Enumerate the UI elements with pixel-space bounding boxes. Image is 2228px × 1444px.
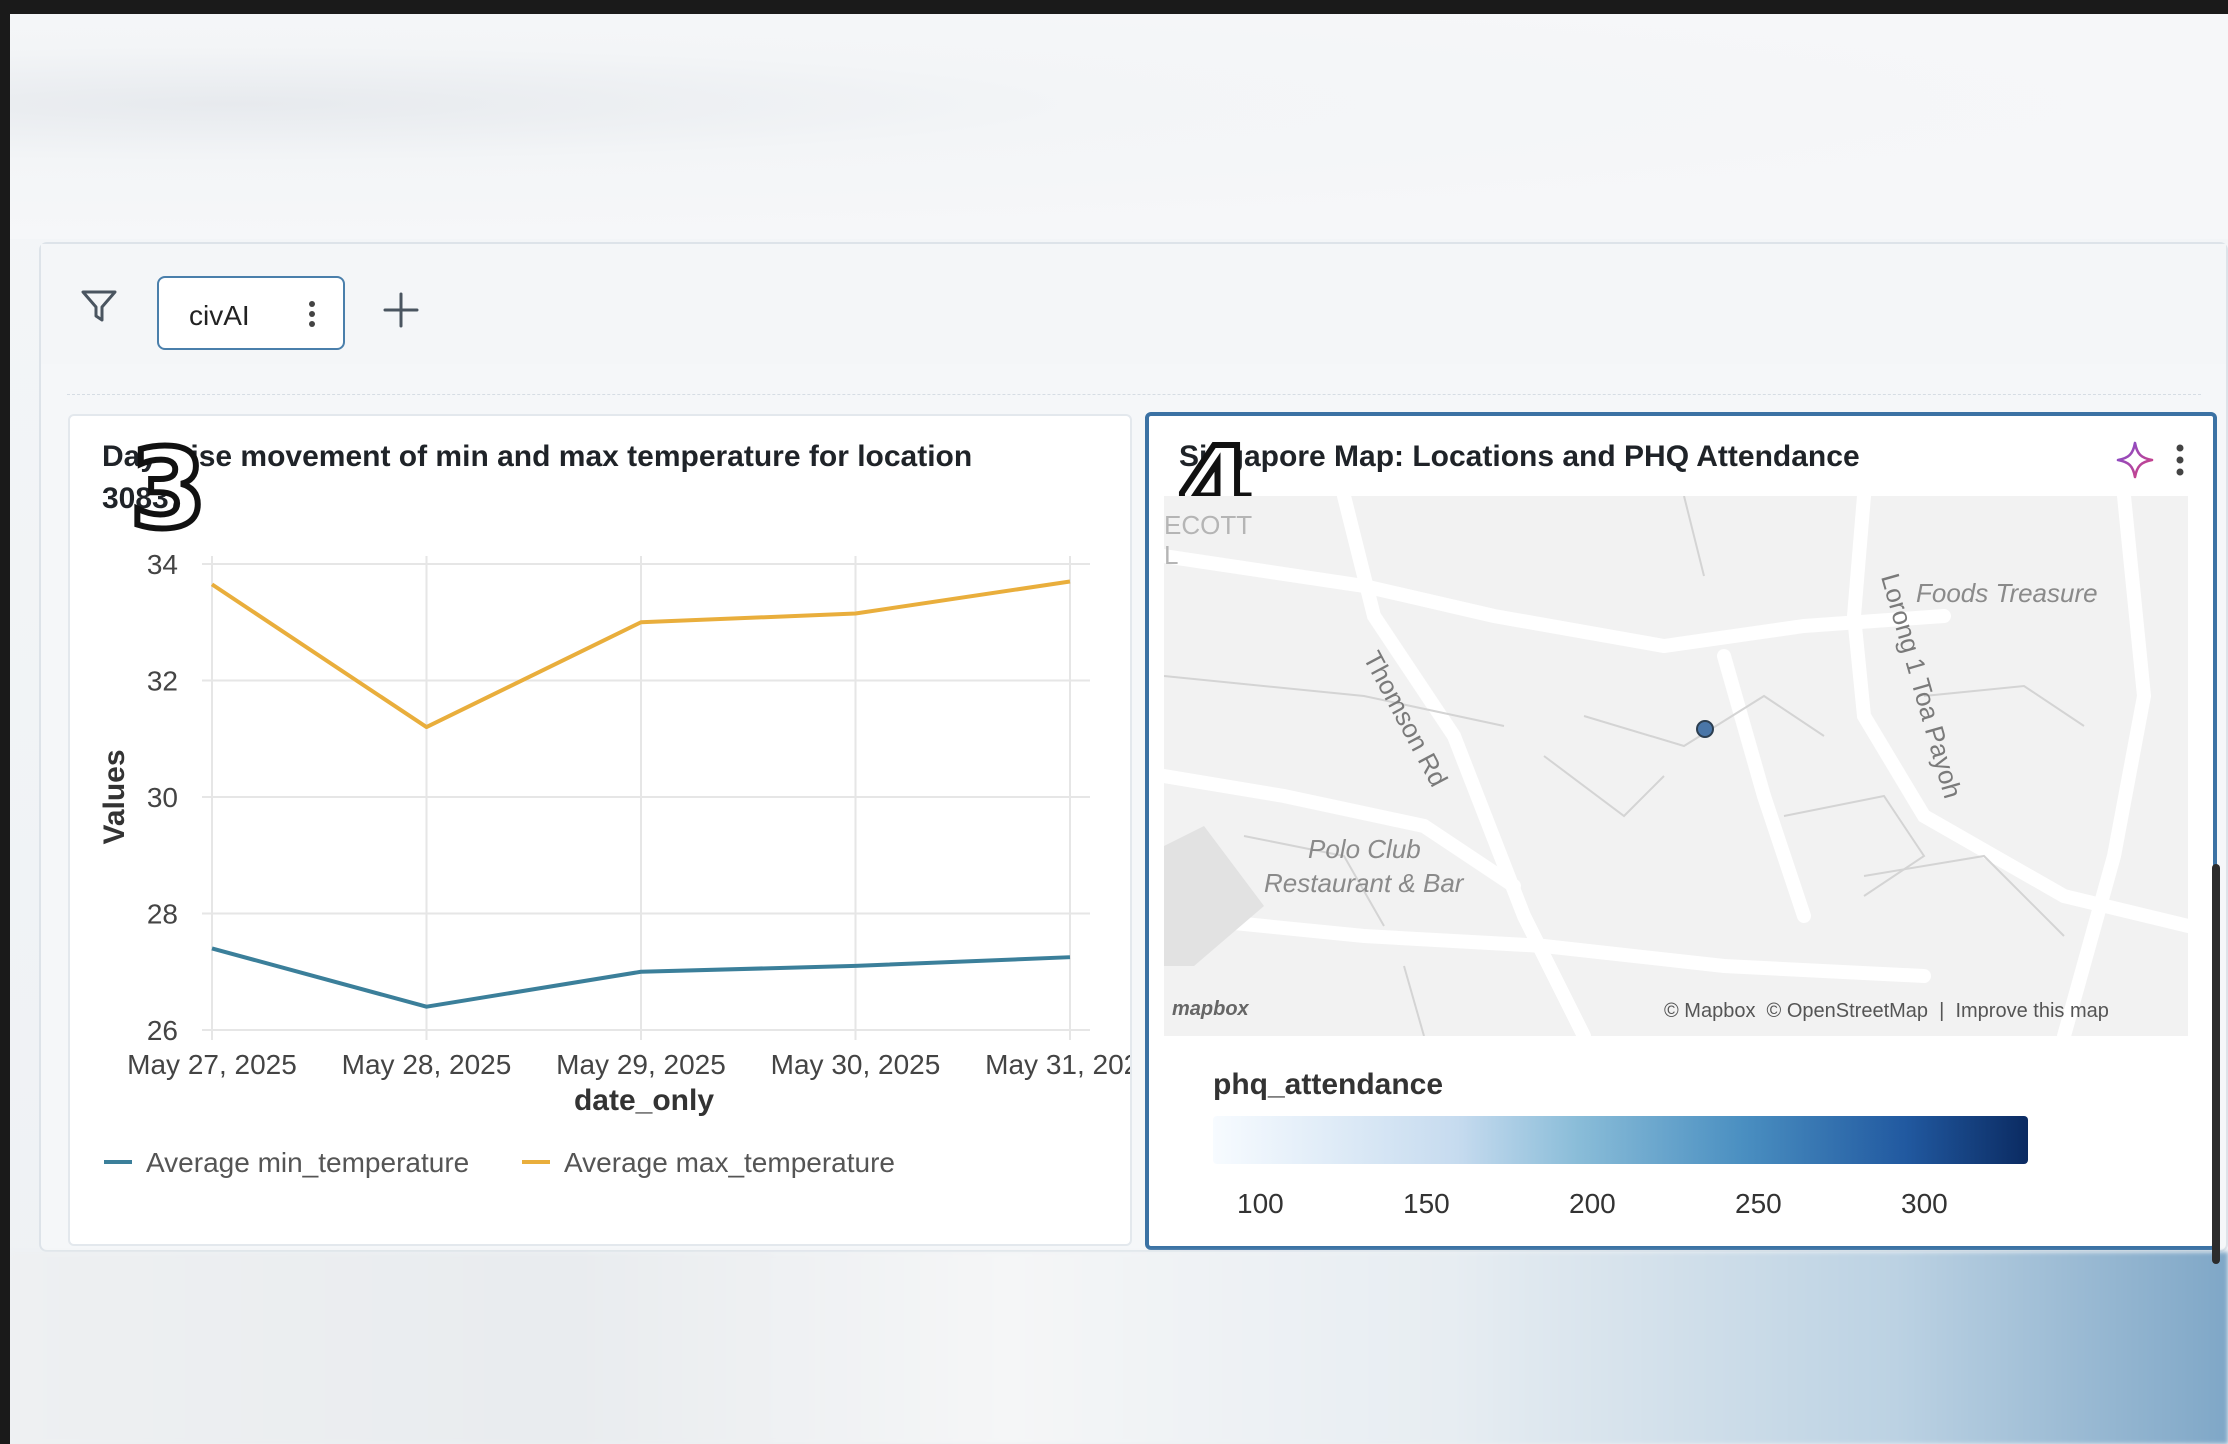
x-tick-label: May 29, 2025 (556, 1049, 726, 1080)
step-badge-3: 3 (127, 425, 210, 553)
y-tick-label: 26 (147, 1015, 178, 1046)
x-tick-label: May 30, 2025 (771, 1049, 941, 1080)
kebab-menu-icon[interactable] (2173, 440, 2187, 480)
colorbar-tick: 150 (1403, 1188, 1450, 1219)
map-label-foods-treasure: Foods Treasure (1916, 578, 2098, 608)
map-label-edge-1: ECOTT (1164, 510, 1253, 540)
colorbar-tick: 200 (1569, 1188, 1616, 1219)
map-card: Singapore Map: Locations and PHQ Attenda… (1145, 412, 2217, 1250)
attendance-colorbar (1213, 1116, 2028, 1164)
colorbar-tick: 300 (1901, 1188, 1948, 1219)
x-tick-label: May 28, 2025 (342, 1049, 512, 1080)
tab-civai[interactable]: civAI (157, 276, 345, 350)
collapsed-row (67, 364, 2201, 395)
colorbar-tick: 250 (1735, 1188, 1782, 1219)
legend-label: Average max_temperature (564, 1147, 895, 1178)
map-roads (1164, 496, 2188, 1036)
map-label-edge-2: L (1164, 540, 1179, 570)
x-tick-label: May 31, 2025 (985, 1049, 1130, 1080)
add-tab-icon[interactable] (381, 290, 421, 330)
blurred-header (10, 14, 2228, 239)
map-attribution[interactable]: © Mapbox © OpenStreetMap | Improve this … (1664, 1000, 2109, 1023)
tab-label: civAI (189, 300, 250, 331)
y-tick-label: 28 (147, 899, 178, 930)
map-label-restaurant-bar: Restaurant & Bar (1264, 868, 1464, 898)
map-label-polo-club: Polo Club (1308, 834, 1421, 864)
y-axis-label: Values (98, 749, 131, 844)
chart-title: Day-wise movement of min and max tempera… (102, 440, 973, 515)
blurred-footer (10, 1252, 2228, 1444)
dashboard-toolbar: civAI (41, 244, 2226, 364)
x-axis-label: date_only (574, 1084, 714, 1117)
mapbox-logo[interactable]: mapbox (1172, 998, 1249, 1021)
screen: civAI Day-wise movement of min and max t… (10, 14, 2228, 1444)
y-tick-label: 30 (147, 782, 178, 813)
x-tick-label: May 27, 2025 (127, 1049, 297, 1080)
line-chart: 26 28 30 32 34 May 27, 2025 May 28, 2025 May 29… (98, 549, 1130, 1178)
temperature-chart-card: Day-wise movement of min and max tempera… (68, 414, 1132, 1246)
colorbar-tick: 100 (1237, 1188, 1284, 1219)
y-tick-label: 34 (147, 549, 178, 580)
legend-title: phq_attendance (1213, 1068, 1444, 1101)
dashboard-panel: civAI Day-wise movement of min and max t… (39, 242, 2228, 1252)
filter-icon[interactable] (79, 286, 119, 326)
kebab-menu-icon[interactable] (305, 296, 319, 332)
y-tick-label: 32 (147, 666, 178, 697)
legend-label: Average min_temperature (146, 1147, 469, 1178)
scrollbar[interactable] (2212, 864, 2220, 1264)
sparkle-icon[interactable] (2115, 440, 2155, 480)
map-canvas[interactable]: ECOTT L Thomson Rd Lorong 1 Toa Payoh Fo… (1164, 496, 2188, 1036)
map-title: Singapore Map: Locations and PHQ Attenda… (1179, 440, 1860, 473)
